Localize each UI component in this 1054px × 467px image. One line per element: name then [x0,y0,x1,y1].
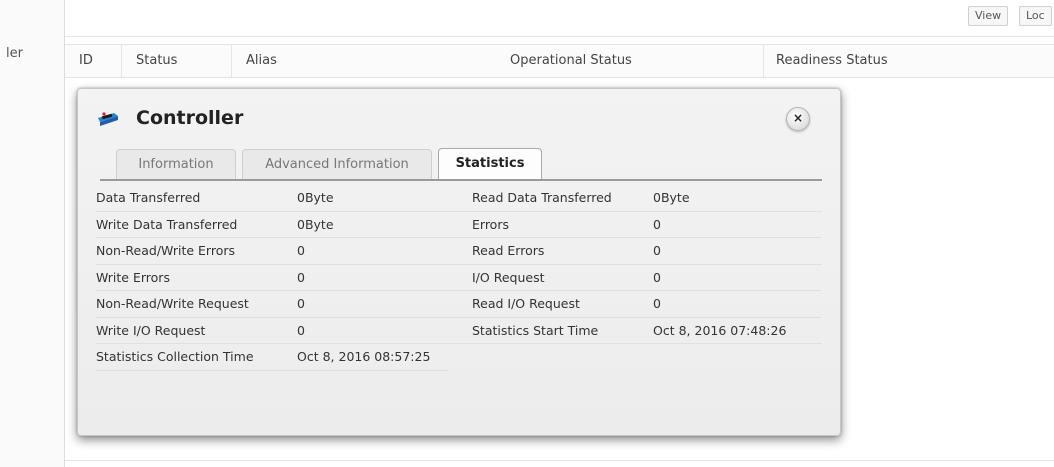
column-header-readiness-status[interactable]: Readiness Status [762,45,1054,77]
column-header-id[interactable]: ID [65,45,122,77]
table-row: Write Errors 0 I/O Request 0 [96,265,822,291]
controller-dialog: Controller × Information Advanced Inform… [77,88,841,436]
stat-value: 0 [653,243,661,258]
sidebar-item-label[interactable]: ler [6,46,23,61]
stat-label: Statistics Collection Time [96,349,254,364]
stat-label: Write I/O Request [96,322,206,338]
divider [65,460,1054,461]
statistics-table: Data Transferred 0Byte Read Data Transfe… [96,185,822,371]
stat-label: Non-Read/Write Request [96,296,249,311]
stat-label: Read Data Transferred [472,190,612,205]
row-divider [96,369,448,371]
stat-value: 0 [653,269,661,285]
stat-value: 0Byte [297,216,334,232]
stat-label: Read Errors [472,243,545,258]
stat-label: Errors [472,216,509,232]
view-button[interactable]: View [968,6,1009,26]
table-row: Write Data Transferred 0Byte Errors 0 [96,212,822,238]
stat-value: 0 [297,269,305,285]
tab-statistics[interactable]: Statistics [438,148,542,180]
stat-label: Write Errors [96,269,170,285]
loc-button[interactable]: Loc [1019,6,1052,26]
stat-label: Data Transferred [96,190,201,205]
stat-label: Non-Read/Write Errors [96,243,236,258]
table-header: ID Status Alias Operational Status Readi… [65,44,1054,78]
column-header-alias[interactable]: Alias [232,45,494,77]
stat-value: 0Byte [297,190,334,205]
stat-value: 0 [297,322,305,338]
table-row: Non-Read/Write Request 0 Read I/O Reques… [96,291,822,318]
left-sidebar: ler [0,0,65,467]
column-header-status[interactable]: Status [122,45,232,77]
close-icon[interactable]: × [786,107,810,131]
stat-label: Statistics Start Time [472,322,599,338]
tab-divider [100,179,822,181]
stat-value: Oct 8, 2016 08:57:25 [297,349,431,364]
table-row: Statistics Collection Time Oct 8, 2016 0… [96,344,822,371]
table-row: Non-Read/Write Errors 0 Read Errors 0 [96,238,822,265]
stat-value: 0 [653,296,661,311]
controller-icon [98,109,120,127]
stat-value: Oct 8, 2016 07:48:26 [653,322,787,338]
stat-label: Write Data Transferred [96,216,238,232]
stat-value: 0Byte [653,190,690,205]
tab-advanced-information[interactable]: Advanced Information [242,149,432,179]
top-toolbar: View Loc [65,0,1054,37]
stat-value: 0 [297,296,305,311]
stat-label: Read I/O Request [472,296,580,311]
column-header-operational-status[interactable]: Operational Status [496,45,764,77]
dialog-title: Controller [136,107,244,129]
stat-value: 0 [297,243,305,258]
stat-value: 0 [653,216,661,232]
stat-label: I/O Request [472,269,545,285]
table-row: Write I/O Request 0 Statistics Start Tim… [96,318,822,344]
tab-information[interactable]: Information [116,149,236,179]
table-row: Data Transferred 0Byte Read Data Transfe… [96,185,822,212]
